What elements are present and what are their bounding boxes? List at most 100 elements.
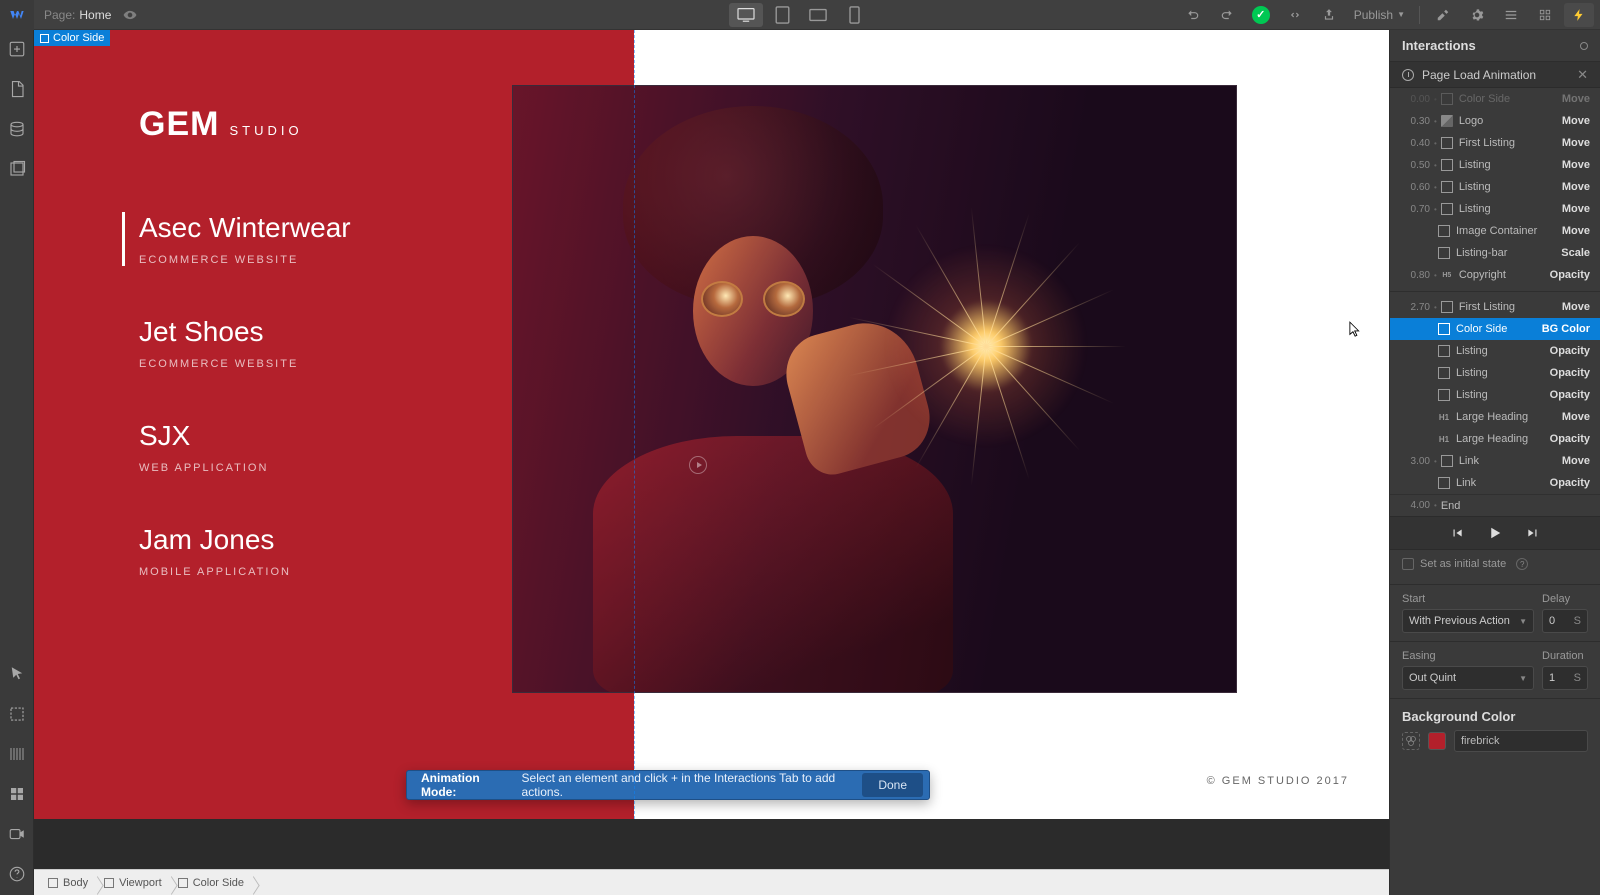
div-icon xyxy=(1441,203,1453,215)
div-icon xyxy=(1441,181,1453,193)
device-switcher xyxy=(729,3,871,27)
breadcrumb-item[interactable]: Viewport xyxy=(98,877,172,889)
listing-item[interactable]: Asec Winterwear ECOMMERCE WEBSITE xyxy=(122,212,351,266)
site-logo[interactable]: GEMSTUDIO xyxy=(139,105,303,144)
timeline-row[interactable]: H1Large HeadingMove xyxy=(1390,406,1600,428)
timeline-row[interactable]: 0.00•Color SideMove xyxy=(1390,88,1600,110)
guide-line xyxy=(634,30,635,819)
play-icon[interactable] xyxy=(1486,524,1504,542)
preview-icon[interactable] xyxy=(123,8,137,22)
done-button[interactable]: Done xyxy=(862,773,923,797)
add-element-button[interactable] xyxy=(6,38,28,60)
h1-icon: H1 xyxy=(1438,433,1450,445)
breadcrumb-item[interactable]: Body xyxy=(42,877,98,889)
div-icon xyxy=(1441,455,1453,467)
color-swatch[interactable] xyxy=(1428,732,1446,750)
tool-video[interactable] xyxy=(6,823,28,845)
close-icon[interactable]: ✕ xyxy=(1577,67,1588,83)
tab-interactions[interactable] xyxy=(1564,3,1594,27)
assets-button[interactable] xyxy=(6,158,28,180)
h5-icon: H5 xyxy=(1441,269,1453,281)
tool-select[interactable] xyxy=(6,703,28,725)
timeline-row[interactable]: 0.80•H5CopyrightOpacity xyxy=(1390,264,1600,286)
timeline-row[interactable]: Color SideBG Color xyxy=(1390,318,1600,340)
publish-button[interactable]: Publish▼ xyxy=(1348,8,1411,22)
div-icon xyxy=(1441,301,1453,313)
div-icon xyxy=(1438,225,1450,237)
tool-cursor[interactable] xyxy=(6,663,28,685)
timeline-row[interactable]: 2.70•First ListingMove xyxy=(1390,296,1600,318)
skip-end-icon[interactable] xyxy=(1526,526,1540,540)
device-tablet[interactable] xyxy=(765,3,799,27)
timeline-row[interactable]: 0.40•First ListingMove xyxy=(1390,132,1600,154)
device-desktop[interactable] xyxy=(729,3,763,27)
delay-input[interactable]: 0S xyxy=(1542,609,1588,633)
tab-style-manager[interactable] xyxy=(1530,3,1560,27)
listing-item[interactable]: Jam JonesMOBILE APPLICATION xyxy=(139,524,351,578)
timeline-row[interactable]: ListingOpacity xyxy=(1390,384,1600,406)
webflow-logo[interactable] xyxy=(0,0,34,30)
duration-input[interactable]: 1S xyxy=(1542,666,1588,690)
listing-subtitle: ECOMMERCE WEBSITE xyxy=(139,358,351,370)
device-mobile[interactable] xyxy=(837,3,871,27)
color-name-input[interactable]: firebrick xyxy=(1454,730,1588,752)
tab-navigator[interactable] xyxy=(1496,3,1526,27)
page-name[interactable]: Home xyxy=(79,8,111,22)
easing-select[interactable]: Out Quint▼ xyxy=(1402,666,1534,690)
start-select[interactable]: With Previous Action▼ xyxy=(1402,609,1534,633)
help-button[interactable] xyxy=(6,863,28,885)
timeline-row[interactable]: ListingOpacity xyxy=(1390,340,1600,362)
timeline-row[interactable]: LinkOpacity xyxy=(1390,472,1600,494)
bgcolor-heading: Background Color xyxy=(1390,699,1600,730)
code-button[interactable] xyxy=(1280,3,1310,27)
timeline-row[interactable]: Listing-barScale xyxy=(1390,242,1600,264)
timeline-row[interactable]: 0.70•ListingMove xyxy=(1390,198,1600,220)
listings: Asec WinterwearECOMMERCE WEBSITEJet Shoe… xyxy=(139,212,351,628)
div-icon xyxy=(1438,367,1450,379)
undo-button[interactable] xyxy=(1178,3,1208,27)
tab-settings[interactable] xyxy=(1462,3,1492,27)
image-icon xyxy=(1441,115,1453,127)
help-icon[interactable]: ? xyxy=(1516,558,1528,570)
tool-grid[interactable] xyxy=(6,783,28,805)
breadcrumb-item[interactable]: Color Side xyxy=(172,877,254,889)
share-button[interactable] xyxy=(1314,3,1344,27)
timeline-row[interactable]: H1Large HeadingOpacity xyxy=(1390,428,1600,450)
page-label: Page: xyxy=(44,8,75,22)
div-icon xyxy=(1441,93,1453,105)
timeline-row[interactable]: 0.60•ListingMove xyxy=(1390,176,1600,198)
timeline-row[interactable]: 0.50•ListingMove xyxy=(1390,154,1600,176)
panel-header: Interactions xyxy=(1390,30,1600,62)
initial-state-toggle[interactable]: Set as initial state ? xyxy=(1402,558,1588,570)
status-ok[interactable] xyxy=(1246,3,1276,27)
play-icon[interactable] xyxy=(689,456,707,474)
add-swatch-button[interactable] xyxy=(1402,732,1420,750)
pages-button[interactable] xyxy=(6,78,28,100)
device-tablet-landscape[interactable] xyxy=(801,3,835,27)
listing-subtitle: ECOMMERCE WEBSITE xyxy=(139,254,351,266)
timeline-row[interactable]: ListingOpacity xyxy=(1390,362,1600,384)
notice-body: Select an element and click + in the Int… xyxy=(522,771,863,799)
timeline-row[interactable]: 0.30•LogoMove xyxy=(1390,110,1600,132)
timeline-row[interactable]: 3.00•LinkMove xyxy=(1390,450,1600,472)
div-icon xyxy=(1438,345,1450,357)
cms-button[interactable] xyxy=(6,118,28,140)
listing-title: Asec Winterwear xyxy=(139,212,351,244)
hero-image[interactable] xyxy=(512,85,1237,693)
canvas[interactable]: Color Side GEMSTUDIO Asec Winterwear ECOM… xyxy=(34,30,1389,819)
trigger-row[interactable]: Page Load Animation ✕ xyxy=(1390,62,1600,88)
listing-item[interactable]: SJXWEB APPLICATION xyxy=(139,420,351,474)
listing-item[interactable]: Jet ShoesECOMMERCE WEBSITE xyxy=(139,316,351,370)
timeline: 0.00•Color SideMove0.30•LogoMove0.40•Fir… xyxy=(1390,88,1600,494)
timeline-row[interactable]: Image ContainerMove xyxy=(1390,220,1600,242)
tab-style[interactable] xyxy=(1428,3,1458,27)
tool-spacing[interactable] xyxy=(6,743,28,765)
listing-title: Jam Jones xyxy=(139,524,351,556)
div-icon xyxy=(1441,159,1453,171)
selection-tag[interactable]: Color Side xyxy=(34,30,110,46)
h1-icon: H1 xyxy=(1438,411,1450,423)
left-toolbar xyxy=(0,30,34,895)
skip-start-icon[interactable] xyxy=(1450,526,1464,540)
redo-button[interactable] xyxy=(1212,3,1242,27)
div-icon xyxy=(1438,323,1450,335)
